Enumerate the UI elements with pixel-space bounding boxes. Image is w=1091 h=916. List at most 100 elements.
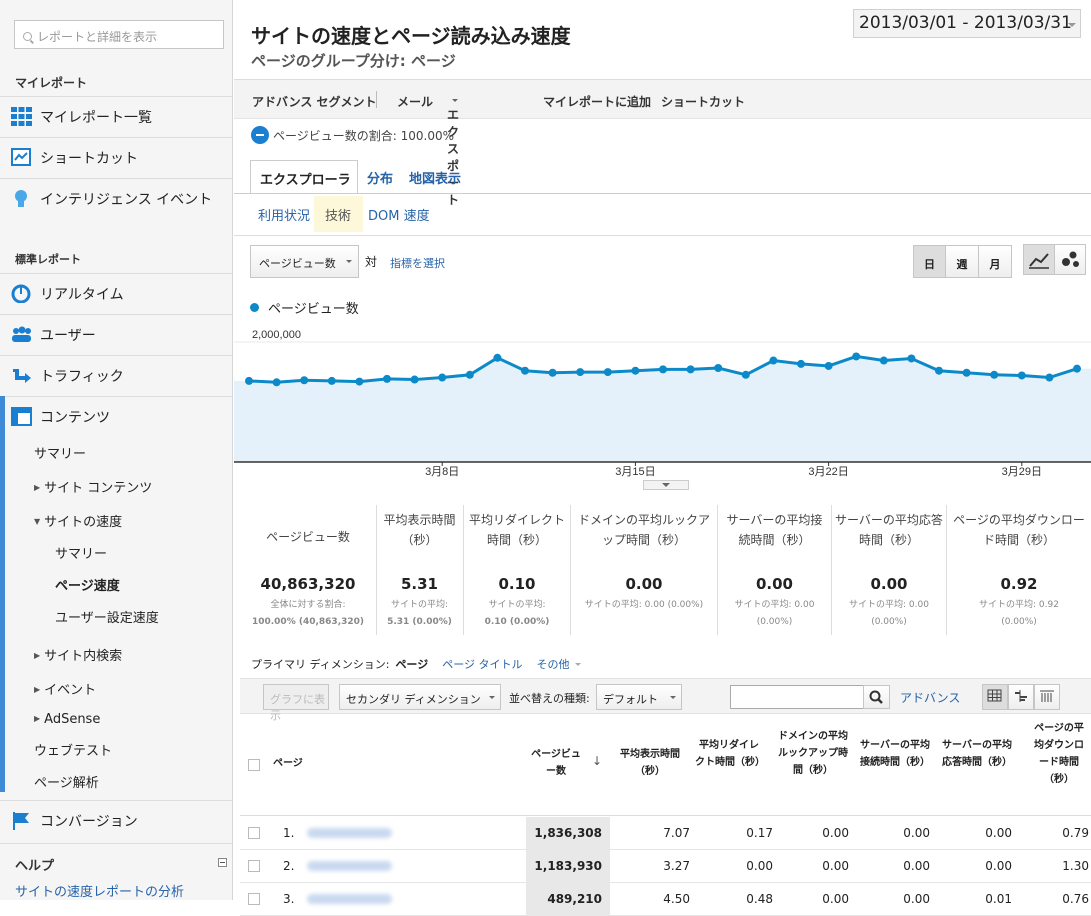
chart-point[interactable] xyxy=(769,356,778,365)
select-all-checkbox[interactable] xyxy=(248,759,260,771)
chart-point[interactable] xyxy=(1017,371,1026,380)
chart-point[interactable] xyxy=(603,368,612,377)
export-button[interactable]: エクスポート xyxy=(447,93,459,207)
chart-point[interactable] xyxy=(465,370,474,379)
column-header-page[interactable]: ページ xyxy=(273,755,303,772)
chart-point[interactable] xyxy=(493,353,502,362)
comparison-view-button[interactable] xyxy=(1008,684,1034,710)
sidebar-item-page-speed[interactable]: ページ速度 xyxy=(55,575,120,594)
shortcut-button[interactable]: ショートカット xyxy=(661,93,745,110)
chart-point[interactable] xyxy=(824,361,833,370)
subtab-usage[interactable]: 利用状況 xyxy=(258,205,310,224)
row-checkbox[interactable] xyxy=(248,827,260,839)
chart-point[interactable] xyxy=(852,352,861,361)
advanced-filter-link[interactable]: アドバンス xyxy=(900,689,960,706)
row-checkbox[interactable] xyxy=(248,893,260,905)
page-link-redacted[interactable] xyxy=(307,894,392,904)
tab-explorer[interactable]: エクスプローラ xyxy=(250,160,358,194)
chart-point[interactable] xyxy=(935,366,943,375)
chart-point[interactable] xyxy=(797,359,805,368)
sidebar-item-adsense[interactable]: ▶ AdSense xyxy=(34,712,100,727)
chart-point[interactable] xyxy=(410,375,419,384)
sidebar-item-page-analytics[interactable]: ページ解析 xyxy=(34,772,99,791)
chart-point[interactable] xyxy=(383,374,391,383)
sort-type-select[interactable]: デフォルト xyxy=(596,684,682,710)
sidebar-item-dashboards[interactable]: マイレポート一覧 xyxy=(0,96,232,136)
segment-pageview-share[interactable]: ページビュー数の割合: 100.00% xyxy=(251,126,454,144)
chart-point[interactable] xyxy=(576,368,585,377)
column-header-avg-connect[interactable]: サーバーの平均接続時間（秒） xyxy=(860,737,930,771)
sidebar-item-shortcuts[interactable]: ショートカット xyxy=(0,137,232,177)
sidebar-item-events[interactable]: ▶ イベント xyxy=(34,679,96,698)
chart-point[interactable] xyxy=(741,370,750,379)
secondary-dimension-select[interactable]: セカンダリ ディメンション xyxy=(339,684,501,710)
chart-point[interactable] xyxy=(907,354,916,363)
date-range-picker[interactable]: 2013/03/01 - 2013/03/31 xyxy=(853,9,1081,38)
term-cloud-view-button[interactable] xyxy=(1034,684,1060,710)
chart-point[interactable] xyxy=(686,365,695,374)
line-chart-button[interactable] xyxy=(1023,244,1055,275)
chart-point[interactable] xyxy=(659,365,667,374)
pick-metric-link[interactable]: 指標を選択 xyxy=(390,255,445,271)
sidebar-item-traffic[interactable]: トラフィック xyxy=(0,355,232,395)
dimension-page-title[interactable]: ページ タイトル xyxy=(442,658,522,671)
subtab-tech[interactable]: 技術 xyxy=(314,196,363,232)
chart-point[interactable] xyxy=(1045,373,1054,382)
email-button[interactable]: メール xyxy=(397,93,433,110)
sidebar-item-realtime[interactable]: リアルタイム xyxy=(0,273,232,313)
report-search-input[interactable]: レポートと詳細を表示 xyxy=(14,20,224,49)
chart-point[interactable] xyxy=(714,364,723,372)
sidebar-item-site-content[interactable]: ▶ サイト コンテンツ xyxy=(34,477,152,496)
tab-distribution[interactable]: 分布 xyxy=(367,168,393,187)
column-header-avg-dns[interactable]: ドメインの平均ルックアップ時間（秒） xyxy=(776,728,850,779)
column-header-avg-load[interactable]: 平均表示時間（秒） xyxy=(614,746,686,780)
tab-map[interactable]: 地図表示 xyxy=(409,168,461,187)
table-view-button[interactable] xyxy=(982,684,1008,710)
table-search-button[interactable] xyxy=(863,685,890,709)
plot-rows-button[interactable]: グラフに表示 xyxy=(263,684,329,722)
chart-point[interactable] xyxy=(879,356,888,365)
chart-point[interactable] xyxy=(438,373,447,382)
sidebar-item-content[interactable]: コンテンツ xyxy=(0,396,232,436)
chart-point[interactable] xyxy=(962,368,971,377)
column-header-pageviews[interactable]: ページビュー数 xyxy=(530,746,582,780)
dimension-other[interactable]: その他 xyxy=(537,658,581,671)
chart-point[interactable] xyxy=(990,370,999,379)
sidebar-item-user-timing[interactable]: ユーザー設定速度 xyxy=(55,607,159,626)
week-button[interactable]: 週 xyxy=(945,245,979,278)
column-header-avg-response[interactable]: サーバーの平均応答時間（秒） xyxy=(942,737,1012,771)
sidebar-item-intelligence[interactable]: インテリジェンス イベント xyxy=(0,178,232,218)
chart-point[interactable] xyxy=(245,376,253,385)
chart-resize-handle[interactable] xyxy=(643,480,689,490)
chart-point[interactable] xyxy=(1073,364,1081,373)
subtab-dom[interactable]: DOM 速度 xyxy=(368,205,430,224)
chart-point[interactable] xyxy=(631,366,640,375)
sidebar-item-site-search[interactable]: ▶ サイト内検索 xyxy=(34,645,122,664)
page-link-redacted[interactable] xyxy=(307,861,392,871)
row-checkbox[interactable] xyxy=(248,860,260,872)
sidebar-item-content-summary[interactable]: サマリー xyxy=(34,443,86,462)
table-row[interactable]: 1. 1,836,308 7.07 0.17 0.00 0.00 0.00 0.79 xyxy=(240,817,1091,850)
add-dashboard-button[interactable]: マイレポートに追加 xyxy=(543,93,651,110)
chart-point[interactable] xyxy=(521,366,529,375)
page-link-redacted[interactable] xyxy=(307,828,392,838)
table-row[interactable]: 2. 1,183,930 3.27 0.00 0.00 0.00 0.00 1.30 xyxy=(240,850,1091,883)
motion-chart-button[interactable] xyxy=(1054,244,1086,275)
sidebar-item-speed-summary[interactable]: サマリー xyxy=(55,543,107,562)
help-link[interactable]: サイトの速度レポートの分析 xyxy=(15,881,184,900)
column-header-avg-redirect[interactable]: 平均リダイレクト時間（秒） xyxy=(695,737,765,771)
day-button[interactable]: 日 xyxy=(913,245,946,278)
metric-select[interactable]: ページビュー数 xyxy=(250,245,359,278)
collapse-icon[interactable] xyxy=(218,858,227,867)
table-filter-input[interactable] xyxy=(730,685,864,709)
sidebar-item-users[interactable]: ユーザー xyxy=(0,314,232,354)
sidebar-item-conversion[interactable]: コンバージョン xyxy=(0,800,232,840)
advanced-segment-button[interactable]: アドバンス セグメント xyxy=(252,93,377,110)
chart-point[interactable] xyxy=(548,368,557,377)
month-button[interactable]: 月 xyxy=(978,245,1012,278)
chart-point[interactable] xyxy=(272,378,281,387)
sidebar-item-site-speed[interactable]: ▼ サイトの速度 xyxy=(34,511,122,530)
chart-point[interactable] xyxy=(300,376,309,385)
dimension-page[interactable]: ページ xyxy=(395,658,428,671)
chart-point[interactable] xyxy=(355,377,364,386)
